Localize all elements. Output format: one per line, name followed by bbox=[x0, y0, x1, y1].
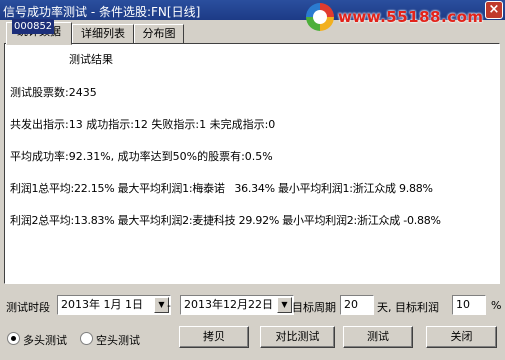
target-profit-label: 天, 目标利润 bbox=[377, 301, 439, 314]
logo-swirl-icon bbox=[306, 3, 334, 31]
tab-detail-list[interactable]: 详细列表 bbox=[72, 24, 134, 44]
target-period-label: 目标周期 bbox=[292, 301, 336, 314]
start-date-picker[interactable]: 2013年 1月 1日 ▼ bbox=[57, 295, 171, 315]
title-bar: 信号成功率测试 - 条件选股:FN[日线] www.55188.com × bbox=[0, 0, 505, 31]
end-date-picker[interactable]: 2013年12月22日 ▼ bbox=[180, 295, 294, 315]
short-test-label[interactable]: 空头测试 bbox=[96, 332, 140, 348]
long-test-radio[interactable] bbox=[7, 332, 20, 345]
test-period-label: 测试时段 bbox=[6, 301, 50, 314]
target-period-input[interactable]: 20 bbox=[340, 295, 374, 315]
compare-test-button[interactable]: 对比测试 bbox=[260, 326, 335, 348]
test-button[interactable]: 测试 bbox=[343, 326, 413, 348]
result-line: 利润2总平均:13.83% 最大平均利润2:麦捷科技 29.92% 最小平均利润… bbox=[10, 214, 441, 227]
logo-text: www.55188.com bbox=[338, 8, 484, 26]
window-title: 信号成功率测试 - 条件选股:FN[日线] bbox=[3, 5, 201, 19]
chevron-down-icon[interactable]: ▼ bbox=[277, 297, 292, 313]
percent-unit-label: % bbox=[491, 299, 502, 312]
result-line: 利润1总平均:22.15% 最大平均利润1:梅泰诺 36.34% 最小平均利润1… bbox=[10, 182, 433, 195]
result-line: 共发出指示:13 成功指示:12 失败指示:1 未完成指示:0 bbox=[10, 118, 276, 131]
result-line: 测试股票数:2435 bbox=[10, 86, 97, 99]
result-line: 平均成功率:92.31%, 成功率达到50%的股票有:0.5% bbox=[10, 150, 273, 163]
short-test-radio[interactable] bbox=[80, 332, 93, 345]
results-panel[interactable]: 测试结果 测试股票数:2435 共发出指示:13 成功指示:12 失败指示:1 … bbox=[4, 43, 500, 284]
date-separator: - bbox=[167, 299, 171, 312]
copy-button[interactable]: 拷贝 bbox=[179, 326, 249, 348]
close-button[interactable]: 关闭 bbox=[426, 326, 497, 348]
target-profit-input[interactable]: 10 bbox=[452, 295, 486, 315]
window-close-button[interactable]: × bbox=[485, 1, 503, 19]
tab-distribution-chart[interactable]: 分布图 bbox=[134, 24, 184, 44]
end-date-value: 2013年12月22日 bbox=[184, 298, 273, 311]
site-logo: www.55188.com bbox=[306, 1, 483, 33]
start-date-value: 2013年 1月 1日 bbox=[61, 298, 143, 311]
results-heading: 测试结果 bbox=[69, 53, 113, 66]
stock-code-badge: 000852 bbox=[12, 19, 55, 34]
long-test-label[interactable]: 多头测试 bbox=[23, 332, 67, 348]
